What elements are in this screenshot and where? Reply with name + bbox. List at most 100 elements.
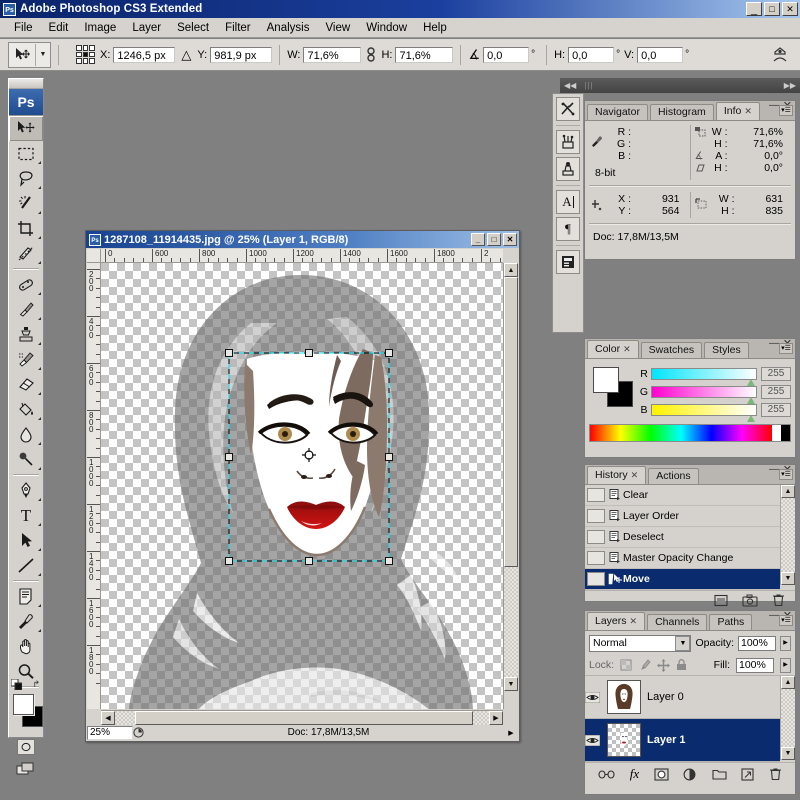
quick-mask-icon[interactable]: [17, 739, 35, 755]
anchor-mr[interactable]: [89, 51, 95, 58]
history-item[interactable]: Clear: [585, 485, 780, 506]
delete-layer-icon[interactable]: [769, 767, 782, 781]
menu-select[interactable]: Select: [169, 20, 217, 36]
history-panel-menu-button[interactable]: ▾☰: [779, 469, 793, 480]
tab-channels[interactable]: Channels: [647, 614, 708, 630]
foreground-color-swatch[interactable]: [13, 694, 34, 715]
menu-analysis[interactable]: Analysis: [259, 20, 318, 36]
tool-rectangular-marquee[interactable]: [9, 141, 43, 166]
menu-layer[interactable]: Layer: [124, 20, 169, 36]
maximize-button[interactable]: □: [764, 2, 780, 16]
tool-path-selection[interactable]: [9, 528, 43, 553]
tool-flyout-arrow[interactable]: [38, 442, 41, 445]
tab-info-close-icon[interactable]: ✕: [744, 103, 752, 120]
layer-name[interactable]: Layer 1: [647, 734, 686, 746]
scroll-left-button[interactable]: ◀: [101, 711, 115, 725]
tool-flyout-arrow[interactable]: [38, 367, 41, 370]
canvas-artwork[interactable]: [101, 263, 503, 709]
vertical-ruler[interactable]: 200 400 600 800 1000 1200 1400 1600 1800: [87, 263, 101, 709]
channel-r-value[interactable]: 255: [761, 367, 791, 381]
layer-mask-icon[interactable]: [654, 767, 669, 781]
scroll-up-button[interactable]: ▲: [504, 263, 518, 277]
spectrum-white-swatch[interactable]: [772, 425, 781, 441]
new-group-icon[interactable]: [712, 768, 727, 780]
lock-image-icon[interactable]: [638, 659, 651, 671]
layers-panel-menu-button[interactable]: ▾☰: [779, 615, 793, 626]
skew-h-input[interactable]: 0,0: [568, 46, 615, 63]
document-maximize-button[interactable]: □: [487, 233, 501, 246]
chain-link-icon[interactable]: [366, 46, 376, 63]
swap-colors-icon[interactable]: ↱: [32, 679, 40, 690]
document-minimize-button[interactable]: _: [471, 233, 485, 246]
tool-flyout-arrow[interactable]: [38, 548, 41, 551]
menu-help[interactable]: Help: [415, 20, 455, 36]
default-colors-icon[interactable]: [11, 679, 22, 690]
history-scrollbar[interactable]: ▲ ▼: [780, 485, 795, 585]
tool-flyout-arrow[interactable]: [38, 161, 41, 164]
tool-line[interactable]: [9, 553, 43, 578]
tab-navigator[interactable]: Navigator: [587, 104, 648, 120]
horizontal-scroll-track-left[interactable]: [115, 711, 135, 725]
anchor-tc[interactable]: [82, 45, 89, 51]
channel-b-slider[interactable]: [651, 404, 757, 422]
tab-color-close-icon[interactable]: ✕: [623, 341, 631, 358]
tool-type[interactable]: T: [9, 503, 43, 528]
tool-flyout-arrow[interactable]: [38, 604, 41, 607]
go-to-bridge-icon[interactable]: [770, 45, 790, 65]
toolbox-grip[interactable]: [9, 79, 43, 89]
menu-edit[interactable]: Edit: [41, 20, 77, 36]
history-item[interactable]: Deselect: [585, 527, 780, 548]
quick-mask-toggle[interactable]: [9, 736, 43, 758]
lock-all-icon[interactable]: [676, 659, 687, 671]
lock-position-icon[interactable]: [657, 658, 671, 672]
delete-icon[interactable]: [772, 593, 785, 607]
channel-b-value[interactable]: 255: [761, 403, 791, 417]
tool-flyout-arrow[interactable]: [38, 317, 41, 320]
dock-expand-icon[interactable]: ▶▶: [784, 81, 796, 90]
layers-scroll-up[interactable]: ▲: [781, 676, 795, 689]
tool-magic-wand[interactable]: [9, 191, 43, 216]
color-panel-menu-button[interactable]: ▾☰: [779, 343, 793, 354]
link-layers-icon[interactable]: [598, 769, 615, 780]
tool-crop[interactable]: [9, 216, 43, 241]
tab-swatches[interactable]: Swatches: [640, 342, 703, 358]
character-icon[interactable]: A: [556, 190, 580, 214]
proxy-preview-icon[interactable]: [133, 727, 153, 738]
screen-mode-button[interactable]: [9, 758, 43, 780]
history-snapshot-checkbox[interactable]: [587, 509, 605, 523]
history-scroll-track[interactable]: [781, 498, 795, 572]
channel-r-knob[interactable]: [747, 379, 755, 386]
tool-flyout-arrow[interactable]: [38, 392, 41, 395]
horizontal-ruler[interactable]: 0 600 800 1000 1200 1400 1600 1800 2: [101, 249, 503, 263]
tab-actions[interactable]: Actions: [648, 468, 699, 484]
layers-scroll-track[interactable]: [781, 689, 795, 747]
angle-input[interactable]: 0,0: [483, 46, 530, 63]
tool-pen[interactable]: [9, 478, 43, 503]
horizontal-scroll-thumb[interactable]: [135, 711, 473, 725]
document-titlebar[interactable]: Ps 1287108_11914435.jpg @ 25% (Layer 1, …: [86, 231, 519, 248]
tool-flyout-arrow[interactable]: [38, 342, 41, 345]
history-item[interactable]: Layer Order: [585, 506, 780, 527]
channel-b-knob[interactable]: [747, 415, 755, 422]
tool-flyout-arrow[interactable]: [38, 629, 41, 632]
tab-layers-close-icon[interactable]: ✕: [630, 613, 638, 630]
height-input[interactable]: 71,6%: [395, 46, 454, 63]
info-panel-menu-button[interactable]: ▾☰: [779, 105, 793, 116]
layer-visibility-toggle[interactable]: [585, 691, 607, 703]
blend-mode-select[interactable]: Normal ▼: [589, 634, 692, 652]
fill-input[interactable]: 100%: [736, 657, 774, 673]
tool-flyout-arrow[interactable]: [38, 186, 41, 189]
history-snapshot-checkbox[interactable]: [587, 572, 605, 586]
canvas-viewport[interactable]: [101, 263, 503, 709]
document-close-button[interactable]: ✕: [503, 233, 517, 246]
opacity-input[interactable]: 100%: [738, 635, 776, 651]
history-scroll-down[interactable]: ▼: [781, 572, 795, 585]
layer-comps-icon[interactable]: [556, 250, 580, 274]
layer-name[interactable]: Layer 0: [647, 691, 684, 703]
tab-info[interactable]: Info ✕: [715, 102, 760, 120]
spectrum-gradient[interactable]: [590, 425, 772, 441]
width-input[interactable]: 71,6%: [303, 46, 362, 63]
new-snapshot-icon[interactable]: [742, 594, 758, 607]
menu-view[interactable]: View: [317, 20, 358, 36]
tool-clone-stamp[interactable]: [9, 322, 43, 347]
